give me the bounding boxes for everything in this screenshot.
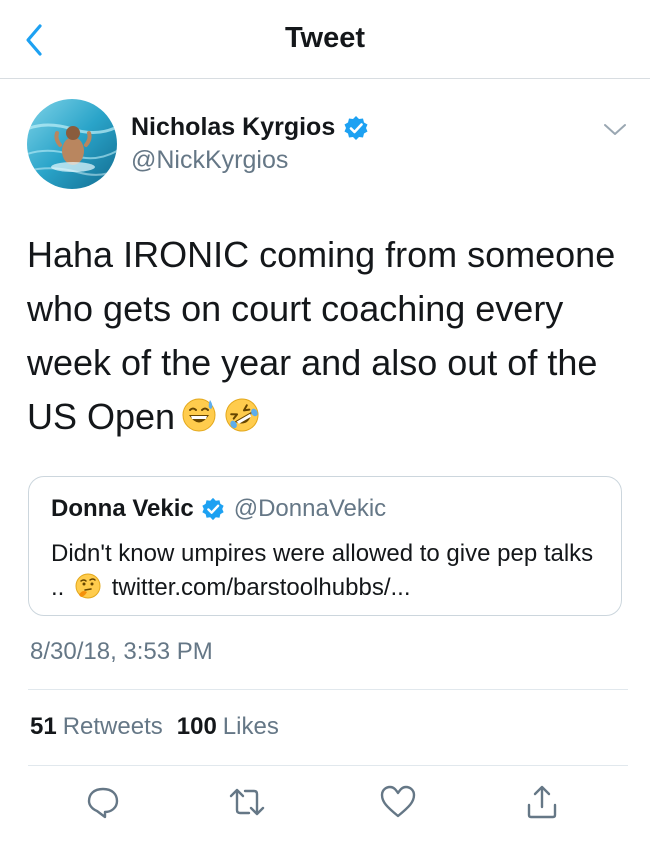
share-button[interactable]	[520, 780, 564, 824]
quoted-tweet-text: Didn't know umpires were allowed to give…	[51, 537, 611, 609]
grinning-sweat-emoji-icon	[181, 397, 217, 433]
retweet-icon	[229, 788, 265, 816]
avatar[interactable]	[27, 99, 117, 189]
quoted-tweet-card[interactable]: Donna Vekic @DonnaVekic Didn't know umpi…	[28, 476, 622, 616]
like-button[interactable]	[376, 780, 420, 824]
divider	[28, 765, 628, 766]
author-handle[interactable]: @NickKyrgios	[131, 146, 288, 175]
reply-icon	[87, 787, 119, 819]
quoted-author-handle: @DonnaVekic	[233, 495, 387, 522]
author-name-row[interactable]: Nicholas Kyrgios	[131, 113, 369, 142]
divider	[28, 689, 628, 690]
likes-label: Likes	[222, 713, 279, 740]
verified-badge-icon	[344, 115, 368, 140]
action-bar	[0, 780, 650, 830]
tweet-text: Haha IRONIC coming from someone who gets…	[27, 228, 627, 444]
verified-badge-icon	[202, 497, 224, 521]
tweet-body: Haha IRONIC coming from someone who gets…	[27, 234, 616, 437]
tweet-stats: 51 Retweets 100 Likes	[30, 713, 293, 741]
quoted-tweet-header: Donna Vekic @DonnaVekic	[51, 495, 386, 523]
like-icon	[380, 785, 416, 818]
more-options-button[interactable]	[600, 117, 630, 141]
likes-count: 100	[176, 713, 217, 740]
quoted-link[interactable]: twitter.com/barstoolhubbs/...	[112, 574, 411, 601]
share-icon	[527, 785, 557, 819]
page-title: Tweet	[284, 22, 366, 54]
author-name: Nicholas Kyrgios	[131, 113, 336, 141]
thinking-face-emoji-icon	[75, 573, 101, 609]
top-bar: Tweet	[0, 0, 650, 79]
tweet-timestamp: 8/30/18, 3:53 PM	[30, 638, 213, 665]
retweets-stat[interactable]: 51 Retweets	[30, 713, 163, 741]
retweets-count: 51	[30, 713, 57, 740]
retweets-label: Retweets	[62, 713, 163, 740]
tweet-author: Nicholas Kyrgios @NickKyrgios	[27, 99, 627, 191]
quoted-author-name: Donna Vekic	[51, 495, 194, 522]
retweet-button[interactable]	[225, 780, 269, 824]
rolling-laughing-emoji-icon	[223, 397, 261, 433]
chevron-down-icon	[604, 124, 626, 135]
reply-button[interactable]	[81, 780, 125, 824]
likes-stat[interactable]: 100 Likes	[177, 713, 279, 741]
